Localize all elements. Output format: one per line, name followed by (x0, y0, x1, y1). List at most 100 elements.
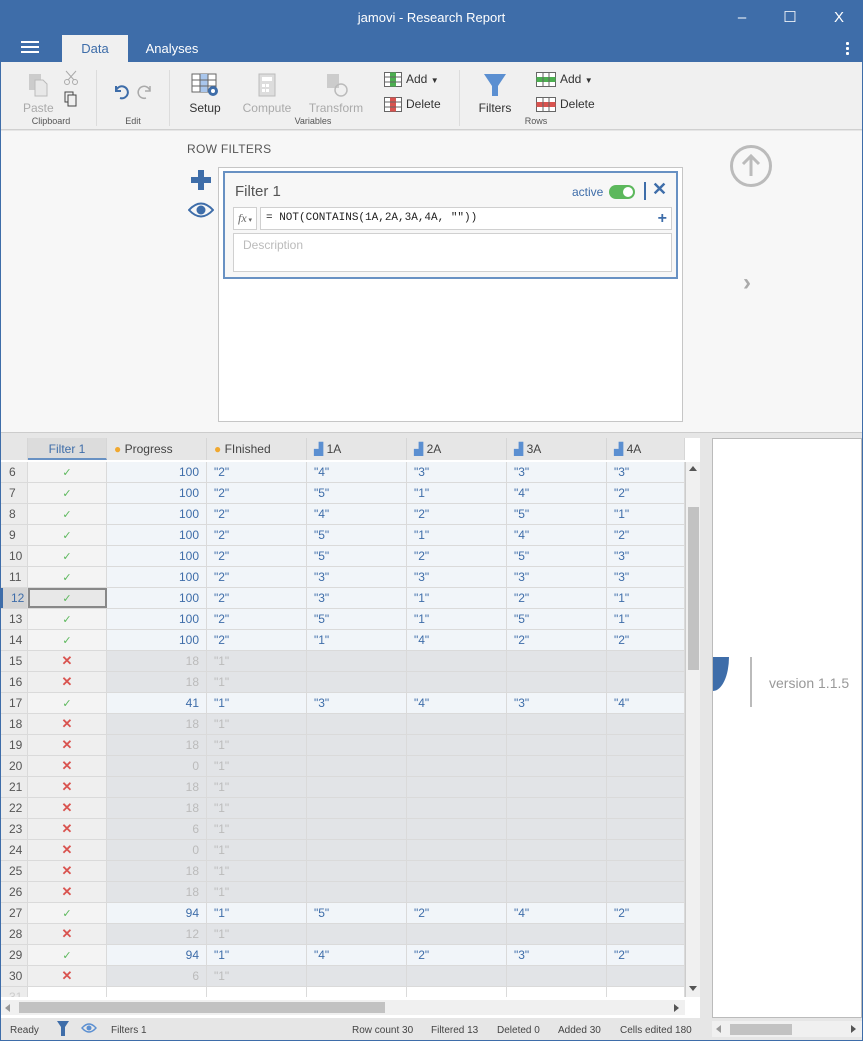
cell-a4[interactable] (607, 882, 685, 902)
cell-progress[interactable]: 100 (107, 483, 207, 503)
row-number[interactable]: 17 (1, 693, 28, 713)
cell-a2[interactable]: "4" (407, 693, 507, 713)
column-header-4a[interactable]: ▟ 4A (607, 438, 685, 460)
row-number[interactable]: 27 (1, 903, 28, 923)
row-number[interactable]: 15 (1, 651, 28, 671)
cell-a4[interactable] (607, 777, 685, 797)
cell-a3[interactable]: "3" (507, 567, 607, 587)
scroll-up-icon[interactable] (689, 466, 697, 471)
cell-progress[interactable]: 100 (107, 462, 207, 482)
filter-cell[interactable]: ✕ (28, 966, 107, 986)
cell-a2[interactable] (407, 924, 507, 944)
cell-a1[interactable]: "5" (307, 546, 407, 566)
cell-progress[interactable]: 18 (107, 861, 207, 881)
cell-a2[interactable]: "2" (407, 945, 507, 965)
function-picker-button[interactable]: fx ▾ (233, 207, 257, 230)
cell-a1[interactable]: "3" (307, 693, 407, 713)
cell-a1[interactable]: "5" (307, 903, 407, 923)
filter-cell[interactable]: ✕ (28, 798, 107, 818)
cell-progress[interactable]: 100 (107, 567, 207, 587)
cell-a4[interactable] (607, 861, 685, 881)
row-number[interactable]: 12 (1, 588, 28, 608)
cell-finished[interactable]: "2" (207, 546, 307, 566)
cell-a2[interactable] (407, 882, 507, 902)
eye-status-icon[interactable] (81, 1022, 97, 1037)
cell-a4[interactable] (607, 735, 685, 755)
filter-cell[interactable]: ✕ (28, 756, 107, 776)
close-button[interactable]: X (827, 7, 851, 29)
filter-cell[interactable] (28, 987, 107, 997)
filter-cell[interactable]: ✓ (28, 630, 107, 650)
cell-a2[interactable]: "2" (407, 903, 507, 923)
cell-progress[interactable]: 18 (107, 735, 207, 755)
cell-finished[interactable]: "1" (207, 798, 307, 818)
cell-a2[interactable]: "3" (407, 462, 507, 482)
cell-a2[interactable] (407, 777, 507, 797)
cell-a3[interactable] (507, 756, 607, 776)
cell-a4[interactable]: "2" (607, 630, 685, 650)
tab-analyses[interactable]: Analyses (136, 35, 208, 62)
column-header-2a[interactable]: ▟ 2A (407, 438, 507, 460)
filters-button[interactable]: Filters (477, 72, 513, 115)
cell-a1[interactable] (307, 798, 407, 818)
cell-progress[interactable]: 18 (107, 651, 207, 671)
cell-a1[interactable]: "3" (307, 567, 407, 587)
cell-a4[interactable] (607, 798, 685, 818)
cell-a2[interactable] (407, 735, 507, 755)
cell-a3[interactable]: "3" (507, 693, 607, 713)
cell-progress[interactable]: 100 (107, 525, 207, 545)
cell-a3[interactable] (507, 735, 607, 755)
compute-button[interactable]: Compute (242, 72, 292, 115)
cell-a3[interactable] (507, 798, 607, 818)
row-number[interactable]: 14 (1, 630, 28, 650)
add-condition-icon[interactable]: + (658, 208, 667, 229)
cell-a2[interactable] (407, 861, 507, 881)
cell-a3[interactable]: "4" (507, 525, 607, 545)
cut-icon[interactable] (63, 70, 79, 89)
cell-progress[interactable]: 100 (107, 609, 207, 629)
cell-a3[interactable] (507, 777, 607, 797)
cell-a3[interactable]: "5" (507, 504, 607, 524)
cell-a1[interactable] (307, 819, 407, 839)
filter-cell[interactable]: ✓ (28, 504, 107, 524)
filter-cell[interactable]: ✕ (28, 735, 107, 755)
cell-a2[interactable] (407, 987, 507, 997)
cell-a3[interactable]: "4" (507, 903, 607, 923)
maximize-button[interactable]: ☐ (778, 7, 802, 29)
row-number[interactable]: 9 (1, 525, 28, 545)
filter-cell[interactable]: ✓ (28, 693, 107, 713)
cell-a3[interactable]: "3" (507, 945, 607, 965)
cell-finished[interactable]: "2" (207, 525, 307, 545)
add-filter-icon[interactable] (190, 169, 212, 191)
cell-a1[interactable]: "5" (307, 525, 407, 545)
cell-a1[interactable]: "4" (307, 462, 407, 482)
add-row-button[interactable]: Add ▼ (536, 70, 593, 88)
cell-finished[interactable]: "2" (207, 462, 307, 482)
cell-a4[interactable]: "2" (607, 525, 685, 545)
cell-finished[interactable] (207, 987, 307, 997)
cell-a4[interactable] (607, 987, 685, 997)
cell-a4[interactable] (607, 840, 685, 860)
collapse-filters-icon[interactable] (730, 145, 772, 187)
cell-a1[interactable] (307, 735, 407, 755)
cell-a3[interactable]: "4" (507, 483, 607, 503)
cell-a3[interactable] (507, 882, 607, 902)
cell-progress[interactable]: 18 (107, 882, 207, 902)
cell-a4[interactable] (607, 819, 685, 839)
scroll-right-icon[interactable] (851, 1025, 856, 1033)
horizontal-scrollbar[interactable] (1, 1000, 685, 1015)
row-number[interactable]: 22 (1, 798, 28, 818)
cell-a2[interactable] (407, 714, 507, 734)
row-number[interactable]: 8 (1, 504, 28, 524)
add-variable-button[interactable]: Add ▼ (384, 70, 439, 88)
filter-cell[interactable]: ✕ (28, 777, 107, 797)
cell-progress[interactable]: 100 (107, 588, 207, 608)
cell-a4[interactable] (607, 651, 685, 671)
cell-a3[interactable] (507, 819, 607, 839)
row-number[interactable]: 31 (1, 987, 28, 997)
filter-cell[interactable]: ✓ (28, 525, 107, 545)
eye-icon[interactable] (187, 201, 215, 222)
cell-a3[interactable] (507, 840, 607, 860)
scroll-down-icon[interactable] (689, 986, 697, 991)
row-number[interactable]: 21 (1, 777, 28, 797)
